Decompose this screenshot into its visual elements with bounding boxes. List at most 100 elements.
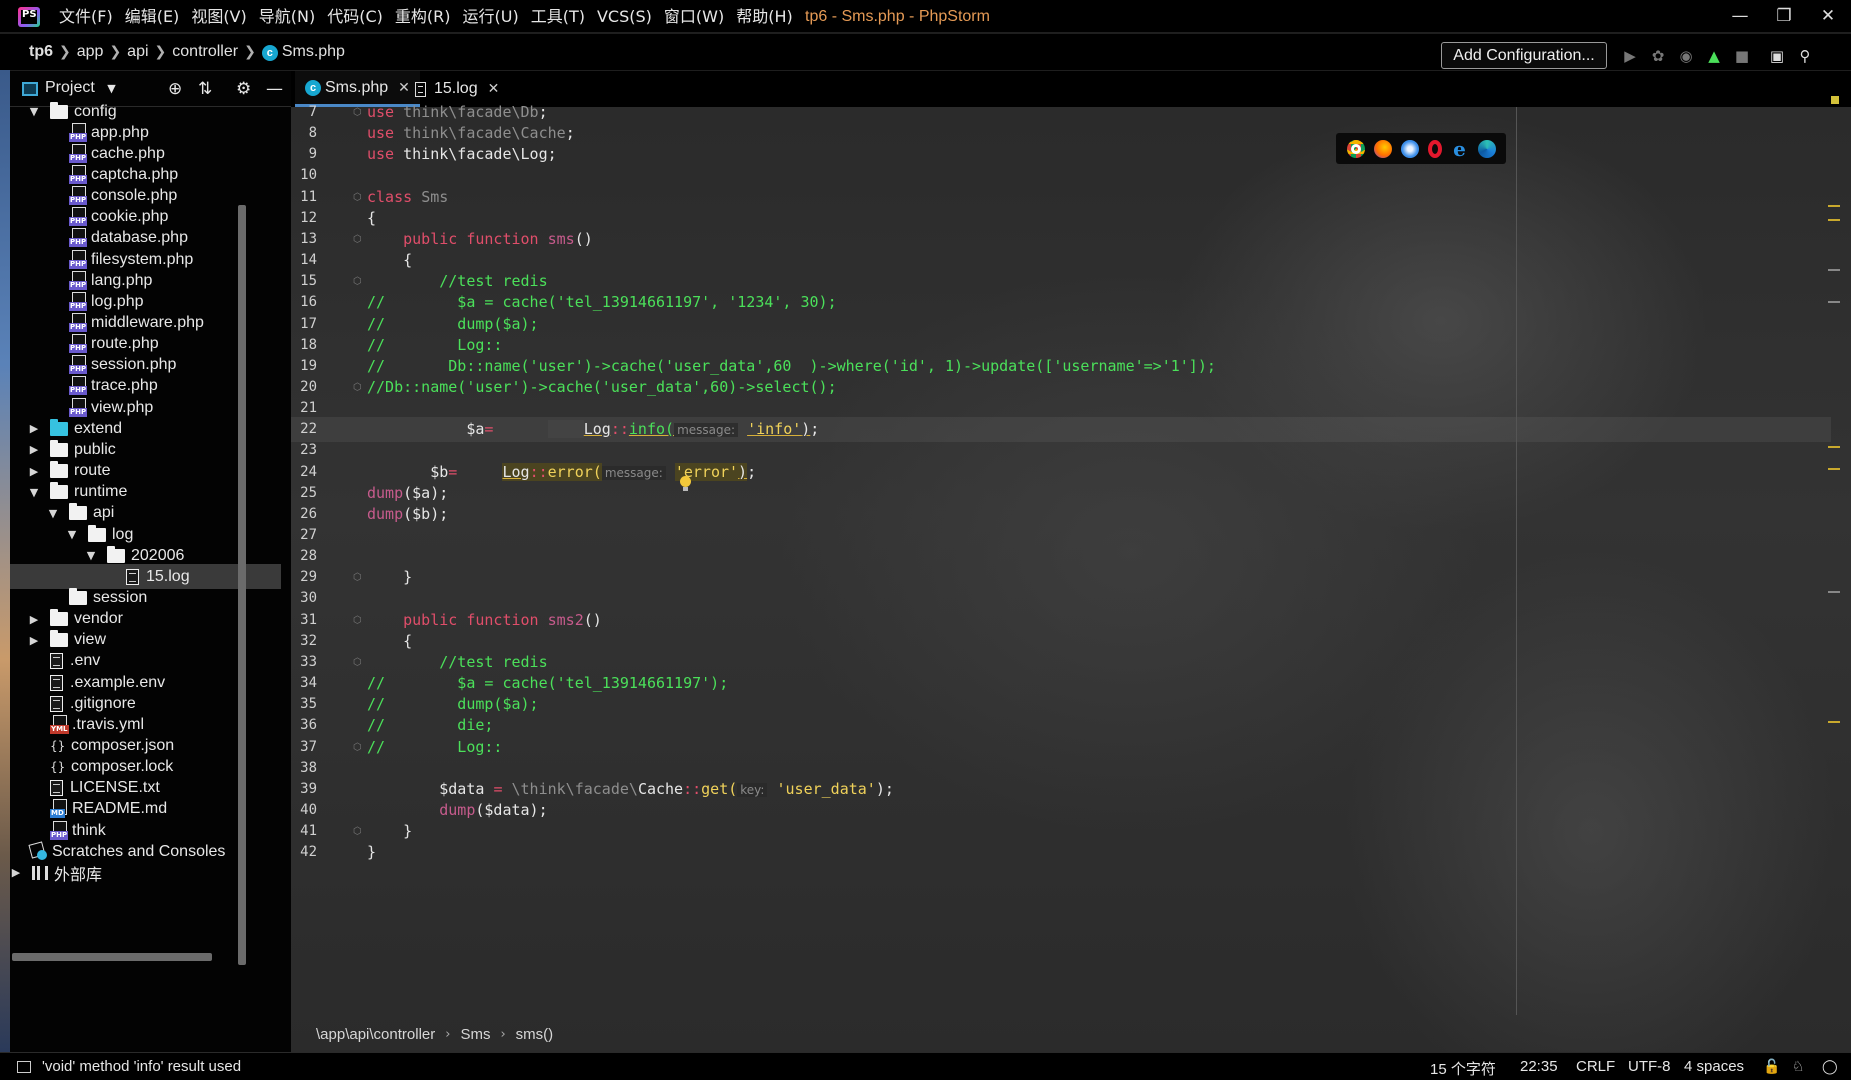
editor-breadcrumb-item[interactable]: sms() bbox=[516, 1026, 554, 1043]
toggle-tool-windows-icon[interactable] bbox=[17, 1061, 31, 1073]
warning-marker[interactable] bbox=[1828, 219, 1840, 221]
scratches-icon bbox=[30, 843, 48, 861]
code-token: info( bbox=[628, 420, 675, 439]
code-token: { bbox=[367, 631, 413, 650]
chevron-right-icon[interactable]: ▶ bbox=[28, 613, 40, 626]
terminal-icon[interactable]: ▣ bbox=[1766, 45, 1788, 67]
breadcrumb-item[interactable]: controller bbox=[168, 43, 242, 61]
chrome-icon[interactable] bbox=[1346, 139, 1365, 158]
code-token: ) bbox=[738, 462, 748, 481]
php-file-icon bbox=[69, 143, 88, 164]
breadcrumb-item[interactable]: c Sms.php bbox=[258, 43, 349, 61]
edge-icon[interactable] bbox=[1477, 139, 1496, 158]
chevron-right-icon[interactable]: ▶ bbox=[28, 634, 40, 647]
editor-breadcrumb-item[interactable]: Sms bbox=[460, 1026, 490, 1043]
breadcrumb-item[interactable]: api bbox=[123, 43, 152, 61]
chevron-down-icon[interactable]: ▼ bbox=[85, 549, 97, 562]
change-marker[interactable] bbox=[1828, 591, 1840, 593]
menu-item[interactable]: 代码(C) bbox=[321, 0, 389, 33]
minimize-icon[interactable]: — bbox=[1718, 0, 1762, 33]
firefox-icon[interactable] bbox=[1373, 139, 1392, 158]
warning-marker[interactable] bbox=[1828, 446, 1840, 448]
line-number[interactable]: 42 bbox=[291, 840, 317, 865]
git-icon[interactable]: ▲ bbox=[1703, 45, 1725, 67]
menu-item[interactable]: VCS(S) bbox=[591, 0, 658, 33]
restore-icon[interactable]: ❐ bbox=[1762, 0, 1806, 33]
code-token: // Log:: bbox=[367, 335, 503, 354]
collapse-all-icon[interactable]: ⇅ bbox=[198, 79, 212, 99]
coverage-icon[interactable]: ◉ bbox=[1675, 45, 1697, 67]
folder-icon bbox=[69, 587, 87, 605]
code-token: //test redis bbox=[367, 652, 548, 671]
caret-position[interactable]: 22:35 bbox=[1520, 1058, 1558, 1075]
phpstorm-logo-icon[interactable]: PS bbox=[18, 7, 40, 27]
project-panel: Project ▼ ⊕ ⇅ ⚙ — ▼ config app.php cache.ph… bbox=[10, 71, 291, 1052]
indent-setting[interactable]: 4 spaces bbox=[1684, 1058, 1744, 1075]
notifications-icon[interactable]: ◯ bbox=[1822, 1059, 1838, 1075]
lock-icon[interactable]: 🔓 bbox=[1763, 1059, 1780, 1075]
line-ending[interactable]: CRLF bbox=[1576, 1058, 1615, 1075]
chevron-down-icon[interactable]: ▼ bbox=[28, 486, 40, 499]
tree-item-label: log.php bbox=[91, 292, 144, 310]
chevron-right-icon[interactable]: ▶ bbox=[10, 866, 22, 879]
menu-item[interactable]: 文件(F) bbox=[53, 0, 119, 33]
menu-item[interactable]: 重构(R) bbox=[389, 0, 457, 33]
code-editor[interactable]: 7 ⬡ use think\facade\Db; 8 use think\facade\… bbox=[291, 103, 1851, 1015]
text-file-icon bbox=[50, 780, 63, 797]
code-token: ($b); bbox=[403, 504, 449, 523]
menu-item[interactable]: 运行(U) bbox=[457, 0, 525, 33]
tree-item-label: console.php bbox=[91, 187, 178, 205]
tree-item-label: Scratches and Consoles bbox=[52, 842, 226, 860]
safari-icon[interactable] bbox=[1400, 139, 1419, 158]
close-icon[interactable]: ✕ bbox=[1806, 0, 1850, 33]
php-file-icon bbox=[69, 334, 88, 354]
chevron-right-icon[interactable]: ▶ bbox=[28, 465, 40, 478]
chevron-right-icon[interactable]: ▶ bbox=[28, 443, 40, 456]
breadcrumb-item[interactable]: tp6 bbox=[25, 43, 57, 61]
hide-panel-icon[interactable]: — bbox=[266, 79, 283, 99]
tree-horizontal-scrollbar[interactable] bbox=[12, 953, 212, 961]
warning-marker[interactable] bbox=[1828, 468, 1840, 470]
menu-item[interactable]: 帮助(H) bbox=[730, 0, 799, 33]
menu-item[interactable]: 视图(V) bbox=[185, 0, 252, 33]
inspector-icon[interactable]: ♘ bbox=[1792, 1059, 1805, 1075]
warning-marker[interactable] bbox=[1828, 205, 1840, 207]
menu-item[interactable]: 导航(N) bbox=[253, 0, 321, 33]
close-tab-icon[interactable]: ✕ bbox=[488, 81, 500, 97]
ie-icon[interactable]: e bbox=[1451, 139, 1469, 159]
warning-marker[interactable] bbox=[1828, 721, 1840, 723]
search-icon[interactable]: ⚲ bbox=[1794, 45, 1816, 67]
chevron-right-icon[interactable]: ▶ bbox=[28, 422, 40, 435]
breadcrumb-label: Sms.php bbox=[281, 43, 345, 60]
chevron-down-icon[interactable]: ▼ bbox=[28, 105, 40, 118]
menu-item[interactable]: 编辑(E) bbox=[119, 0, 186, 33]
breadcrumb-item[interactable]: app bbox=[73, 43, 108, 61]
chevron-right-icon: ❯ bbox=[109, 44, 122, 60]
change-marker[interactable] bbox=[1828, 301, 1840, 303]
opera-icon[interactable] bbox=[1427, 139, 1442, 158]
add-configuration-button[interactable]: Add Configuration... bbox=[1441, 42, 1607, 69]
chevron-down-icon[interactable]: ▼ bbox=[66, 528, 78, 541]
code-token: :: bbox=[610, 420, 629, 439]
status-bar: 'void' method 'info' result used 15 个字符 … bbox=[0, 1052, 1851, 1080]
file-encoding[interactable]: UTF-8 bbox=[1628, 1058, 1671, 1075]
editor-breadcrumb-item[interactable]: \app\api\controller bbox=[316, 1026, 435, 1043]
debug-icon[interactable]: ✿ bbox=[1647, 45, 1669, 67]
chevron-right-icon: ❯ bbox=[244, 44, 256, 60]
tree-vertical-scrollbar[interactable] bbox=[238, 205, 246, 965]
settings-gear-icon[interactable]: ⚙ bbox=[236, 79, 251, 99]
project-view-selector[interactable]: Project ▼ bbox=[45, 79, 116, 97]
code-line[interactable]: 42} bbox=[291, 840, 1831, 865]
inspection-status-icon[interactable] bbox=[1831, 96, 1839, 104]
intention-bulb-icon[interactable] bbox=[680, 476, 691, 491]
php-file-icon bbox=[69, 122, 88, 143]
menu-item[interactable]: 窗口(W) bbox=[658, 0, 730, 33]
locate-file-icon[interactable]: ⊕ bbox=[168, 79, 182, 99]
chevron-down-icon[interactable]: ▼ bbox=[47, 507, 59, 520]
menu-item[interactable]: 工具(T) bbox=[525, 0, 591, 33]
stop-icon[interactable]: ■ bbox=[1731, 45, 1753, 67]
change-marker[interactable] bbox=[1828, 269, 1840, 271]
run-icon[interactable]: ▶ bbox=[1619, 45, 1641, 67]
